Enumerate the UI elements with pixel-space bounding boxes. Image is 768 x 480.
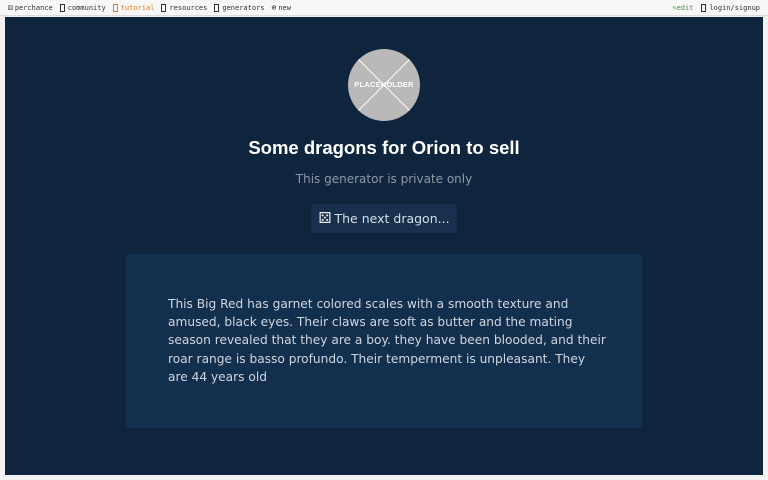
doc-icon (59, 3, 65, 12)
generator-page: PLACEHOLDER Some dragons for Orion to se… (5, 17, 763, 475)
generated-description: This Big Red has garnet colored scales w… (168, 297, 606, 384)
login-label: login/signup (709, 3, 760, 12)
nav-community-label: community (67, 3, 106, 12)
doc-icon (161, 3, 167, 12)
avatar-placeholder-text: PLACEHOLDER (354, 80, 414, 89)
next-dragon-button[interactable]: ⚄ The next dragon... (311, 204, 457, 233)
nav-perchance-label: perchance (14, 3, 53, 12)
generator-output-panel: This Big Red has garnet colored scales w… (126, 254, 642, 428)
nav-tutorial[interactable]: tutorial (112, 3, 155, 12)
die-icon: ⚄ (318, 209, 332, 227)
die-icon: ⚄ (8, 2, 13, 12)
nav-right-group: ✎edit login/signup (672, 3, 768, 12)
nav-generators[interactable]: generators (214, 3, 265, 12)
doc-icon (112, 3, 118, 12)
nav-perchance[interactable]: ⚄ perchance (8, 2, 53, 12)
privacy-note: This generator is private only (295, 172, 473, 186)
next-dragon-label: The next dragon... (334, 211, 450, 226)
generator-avatar: PLACEHOLDER (348, 49, 420, 121)
nav-resources-label: resources (169, 3, 208, 12)
top-navigation-bar: ⚄ perchance community tutorial resources… (0, 0, 768, 16)
login-signup-link[interactable]: login/signup (701, 3, 760, 12)
nav-tutorial-label: tutorial (120, 3, 155, 12)
nav-new[interactable]: ⊕ new (271, 2, 291, 12)
user-icon (701, 3, 707, 12)
nav-new-label: new (278, 3, 291, 12)
nav-left-group: ⚄ perchance community tutorial resources… (0, 2, 298, 12)
page-title: Some dragons for Orion to sell (248, 137, 520, 158)
edit-label: edit (676, 3, 694, 12)
plus-icon: ⊕ (271, 2, 277, 12)
doc-icon (214, 3, 220, 12)
nav-generators-label: generators (222, 3, 265, 12)
nav-community[interactable]: community (59, 3, 106, 12)
nav-resources[interactable]: resources (161, 3, 208, 12)
edit-link[interactable]: ✎edit (672, 4, 693, 12)
